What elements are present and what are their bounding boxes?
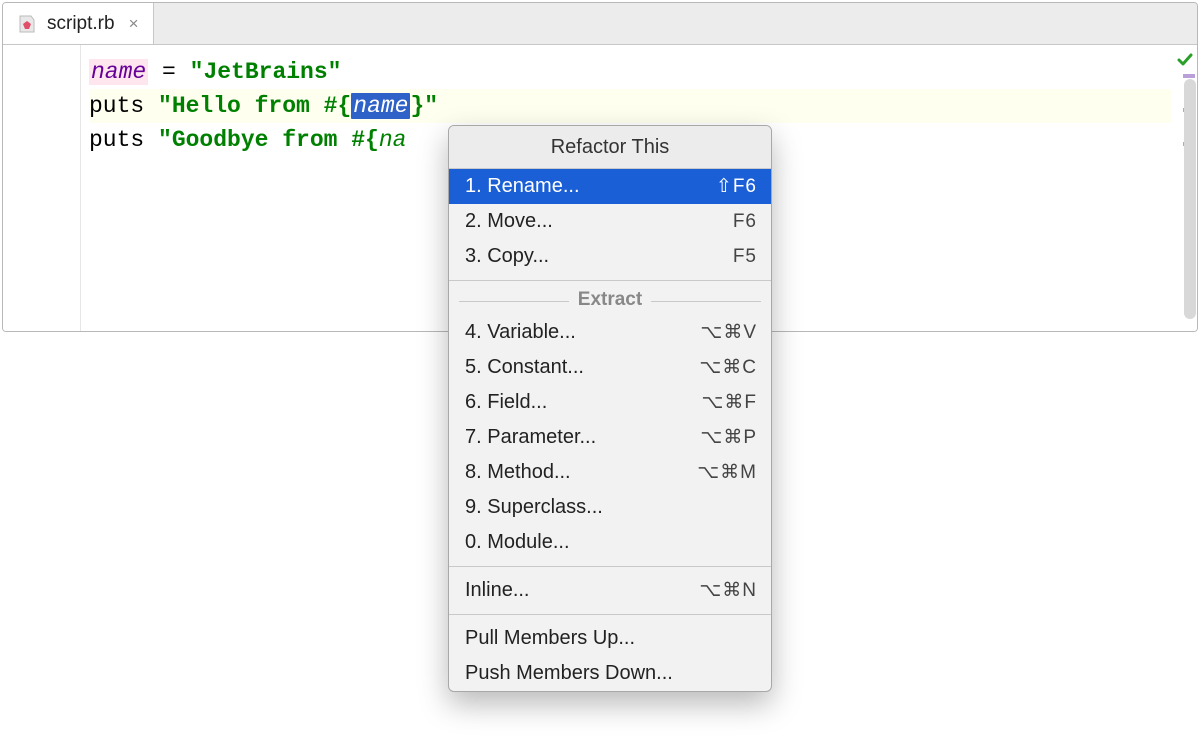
ruby-file-icon xyxy=(17,14,37,34)
popup-section-top: 1. Rename... ⇧F6 2. Move... F6 3. Copy... F5 xyxy=(449,169,771,274)
menu-item-label: Pull Members Up... xyxy=(465,627,635,650)
popup-section-extract: 4. Variable... ⌥⌘V 5. Constant... ⌥⌘C 6. Fie… xyxy=(449,315,771,560)
menu-item-label: Inline... xyxy=(465,579,529,602)
refactor-menu-item[interactable]: 8. Method... ⌥⌘M xyxy=(449,455,771,490)
popup-separator xyxy=(449,280,771,281)
menu-item-label: 6. Field... xyxy=(465,391,547,414)
refactor-menu-item[interactable]: 6. Field... ⌥⌘F xyxy=(449,385,771,420)
menu-item-shortcut: ⌥⌘P xyxy=(700,426,757,449)
editor-right-strip xyxy=(1179,45,1197,331)
menu-item-shortcut: ⌥⌘F xyxy=(701,391,757,414)
refactor-menu-item[interactable]: 4. Variable... ⌥⌘V xyxy=(449,315,771,350)
editor-tabbar: script.rb × xyxy=(3,3,1197,45)
menu-item-shortcut: F5 xyxy=(733,246,757,268)
refactor-menu-item[interactable]: Inline... ⌥⌘N xyxy=(449,573,771,608)
popup-separator xyxy=(449,566,771,567)
menu-item-label: 1. Rename... xyxy=(465,175,580,198)
menu-item-label: 4. Variable... xyxy=(465,321,576,344)
refactor-menu-item[interactable]: Pull Members Up... xyxy=(449,621,771,656)
refactor-menu-item[interactable]: 2. Move... F6 xyxy=(449,204,771,239)
refactor-menu-item[interactable]: 5. Constant... ⌥⌘C xyxy=(449,350,771,385)
menu-item-label: 8. Method... xyxy=(465,461,571,484)
menu-item-label: 0. Module... xyxy=(465,531,570,554)
menu-item-label: Push Members Down... xyxy=(465,662,673,685)
refactor-menu-item[interactable]: 7. Parameter... ⌥⌘P xyxy=(449,420,771,455)
menu-item-label: 5. Constant... xyxy=(465,356,584,379)
menu-item-shortcut: F6 xyxy=(733,211,757,233)
editor-gutter xyxy=(3,45,81,331)
refactor-menu-item[interactable]: 0. Module... xyxy=(449,525,771,560)
popup-group-extract-label: Extract xyxy=(449,287,771,315)
tab-close-icon[interactable]: × xyxy=(125,14,139,34)
menu-item-label: 2. Move... xyxy=(465,210,553,233)
refactor-menu-item[interactable]: 3. Copy... F5 xyxy=(449,239,771,274)
menu-item-shortcut: ⌥⌘V xyxy=(700,321,757,344)
menu-item-label: 3. Copy... xyxy=(465,245,549,268)
tab-filename: script.rb xyxy=(47,13,115,35)
inspection-status-icon[interactable] xyxy=(1176,51,1194,74)
popup-title: Refactor This xyxy=(449,126,771,169)
variable-name: name xyxy=(89,59,148,85)
menu-item-shortcut: ⇧F6 xyxy=(716,175,757,198)
popup-section-members: Pull Members Up... Push Members Down... xyxy=(449,621,771,691)
refactor-menu-item[interactable]: 1. Rename... ⇧F6 xyxy=(449,169,771,204)
code-line-2: puts "Hello from #{name}" xyxy=(89,89,1171,123)
refactor-menu-item[interactable]: Push Members Down... xyxy=(449,656,771,691)
popup-section-inline: Inline... ⌥⌘N xyxy=(449,573,771,608)
scrollbar-thumb[interactable] xyxy=(1184,79,1196,319)
popup-separator xyxy=(449,614,771,615)
selected-variable[interactable]: name xyxy=(351,93,410,119)
menu-item-label: 9. Superclass... xyxy=(465,496,603,519)
refactor-menu-item[interactable]: 9. Superclass... xyxy=(449,490,771,525)
file-tab[interactable]: script.rb × xyxy=(3,3,154,44)
usage-mark[interactable] xyxy=(1183,74,1195,78)
code-line-1: name = "JetBrains" xyxy=(89,55,1171,89)
refactor-this-popup: Refactor This 1. Rename... ⇧F6 2. Move... F… xyxy=(448,125,772,692)
menu-item-shortcut: ⌥⌘N xyxy=(699,579,757,602)
menu-item-label: 7. Parameter... xyxy=(465,426,596,449)
menu-item-shortcut: ⌥⌘M xyxy=(697,461,757,484)
menu-item-shortcut: ⌥⌘C xyxy=(699,356,757,379)
